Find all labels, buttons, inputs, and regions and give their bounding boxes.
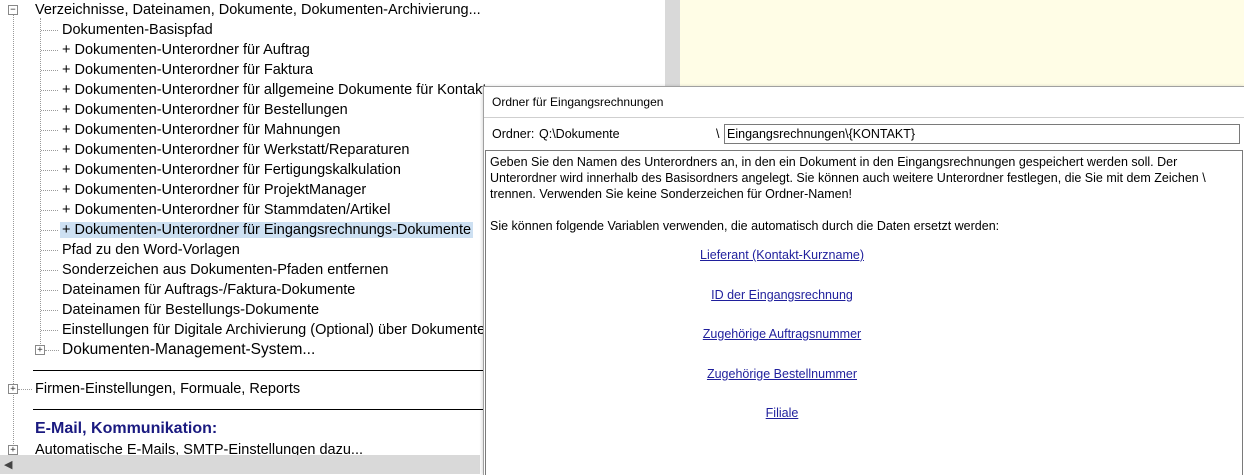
tree-line <box>41 230 58 231</box>
expand-icon[interactable]: + <box>8 384 18 394</box>
scroll-left-icon[interactable]: ◀ <box>4 458 12 471</box>
tree-item[interactable]: + Dokumenten-Unterordner für allgemeine … <box>60 80 496 100</box>
tree-item[interactable]: + Dokumenten-Unterordner für Mahnungen <box>60 120 342 140</box>
tree-item-label: + Dokumenten-Unterordner für Fertigungsk… <box>62 162 401 178</box>
tree-line <box>41 190 58 191</box>
tree-item-label: Dateinamen für Auftrags-/Faktura-Dokumen… <box>62 282 356 298</box>
tree-item[interactable]: + Dokumenten-Unterordner für Fertigungsk… <box>60 160 403 180</box>
divider <box>484 117 1244 118</box>
tree-line <box>41 210 58 211</box>
path-separator: \ <box>716 127 720 141</box>
popup-title: Ordner für Eingangsrechnungen <box>492 95 664 109</box>
tree-node-firmen[interactable]: Firmen-Einstellungen, Formuale, Reports <box>33 379 302 399</box>
tree-item[interactable]: + Dokumenten-Unterordner für Auftrag <box>60 40 312 60</box>
tree-item[interactable]: Dateinamen für Bestellungs-Dokumente <box>60 300 321 320</box>
variables-intro: Sie können folgende Variablen verwenden,… <box>490 219 1000 233</box>
tree-item[interactable]: Pfad zu den Word-Vorlagen <box>60 240 242 260</box>
tree-line <box>41 170 58 171</box>
tree-item-label: + Dokumenten-Unterordner für Stammdaten/… <box>62 202 391 218</box>
tree-node-verzeichnisse[interactable]: Verzeichnisse, Dateinamen, Dokumente, Do… <box>33 0 483 20</box>
tree-item[interactable]: + Dokumenten-Unterordner für Faktura <box>60 60 315 80</box>
expand-icon[interactable]: + <box>35 345 45 355</box>
tree-line <box>41 30 58 31</box>
tree-item-label: + Dokumenten-Unterordner für Mahnungen <box>62 122 341 138</box>
divider <box>33 409 483 410</box>
tree-item[interactable]: Sonderzeichen aus Dokumenten-Pfaden entf… <box>60 260 390 280</box>
expand-icon[interactable]: + <box>8 445 18 455</box>
tree-item-label: Einstellungen für Digitale Archivierung … <box>62 322 486 338</box>
variable-link[interactable]: Zugehörige Bestellnummer <box>486 366 1078 382</box>
tree-line <box>41 150 58 151</box>
variable-link[interactable]: ID der Eingangsrechnung <box>486 287 1078 303</box>
tree-item-label: + Dokumenten-Unterordner für Bestellunge… <box>62 102 348 118</box>
variable-link[interactable]: Filiale <box>486 405 1078 421</box>
folder-setting-popup: Ordner für Eingangsrechnungen Ordner: Q:… <box>483 86 1244 475</box>
tree-line <box>41 270 58 271</box>
collapse-icon[interactable]: − <box>8 5 18 15</box>
tree-item-label: + Dokumenten-Unterordner für allgemeine … <box>62 82 495 98</box>
tree-item[interactable]: Einstellungen für Digitale Archivierung … <box>60 320 487 340</box>
ordner-label: Ordner: <box>492 127 535 141</box>
tree-line <box>41 310 58 311</box>
tree-item-label: + Dokumenten-Unterordner für Werkstatt/R… <box>62 142 410 158</box>
tree-node-label: Verzeichnisse, Dateinamen, Dokumente, Do… <box>35 2 481 18</box>
tree-item-label: + Dokumenten-Unterordner für Faktura <box>62 62 314 78</box>
tree-line <box>40 18 41 350</box>
divider <box>33 370 483 371</box>
base-path: Q:\Dokumente <box>539 127 620 141</box>
tree-line <box>41 330 58 331</box>
tree-item[interactable]: + Dokumenten-Unterordner für Werkstatt/R… <box>60 140 412 160</box>
subfolder-input[interactable] <box>724 124 1240 144</box>
variable-link[interactable]: Zugehörige Auftragsnummer <box>486 326 1078 342</box>
description-box: Geben Sie den Namen des Unterordners an,… <box>485 150 1243 475</box>
section-header-email: E-Mail, Kommunikation: <box>35 420 218 437</box>
variable-link[interactable]: Lieferant (Kontakt-Kurzname) <box>486 247 1078 263</box>
tree-line <box>41 50 58 51</box>
tree-item[interactable]: + Dokumenten-Unterordner für ProjektMana… <box>60 180 368 200</box>
tree-line <box>41 110 58 111</box>
tree-node-label: Dokumenten-Management-System... <box>62 341 316 358</box>
tree-line <box>18 389 32 390</box>
tree-item-label: + Dokumenten-Unterordner für ProjektMana… <box>62 182 367 198</box>
tree-line <box>41 70 58 71</box>
tree-line <box>41 130 58 131</box>
tree-node-label: Firmen-Einstellungen, Formuale, Reports <box>35 381 301 397</box>
description-text: Geben Sie den Namen des Unterordners an,… <box>490 155 1206 201</box>
tree-line <box>41 290 58 291</box>
tree-line <box>41 250 58 251</box>
tree-item[interactable]: Dokumenten-Basispfad <box>60 20 215 40</box>
horizontal-scrollbar[interactable]: ◀ <box>0 455 480 474</box>
tree-item-label: Dokumenten-Basispfad <box>62 22 213 38</box>
tree-item-label: Pfad zu den Word-Vorlagen <box>62 242 240 258</box>
tree-item[interactable]: + Dokumenten-Unterordner für Eingangsrec… <box>60 220 474 240</box>
tree-item-label: Sonderzeichen aus Dokumenten-Pfaden entf… <box>62 262 389 278</box>
tree-line <box>41 90 58 91</box>
tree-item[interactable]: Dateinamen für Auftrags-/Faktura-Dokumen… <box>60 280 357 300</box>
tree-item-label-selected: + Dokumenten-Unterordner für Eingangsrec… <box>60 222 474 238</box>
tree-item[interactable]: + Dokumenten-Unterordner für Bestellunge… <box>60 100 350 120</box>
tree-item-label: Dateinamen für Bestellungs-Dokumente <box>62 302 320 318</box>
tree-item[interactable]: + Dokumenten-Unterordner für Stammdaten/… <box>60 200 392 220</box>
tree-node-dms[interactable]: Dokumenten-Management-System... <box>60 340 317 360</box>
tree-line <box>45 350 59 351</box>
tree-item-label: + Dokumenten-Unterordner für Auftrag <box>62 42 310 58</box>
